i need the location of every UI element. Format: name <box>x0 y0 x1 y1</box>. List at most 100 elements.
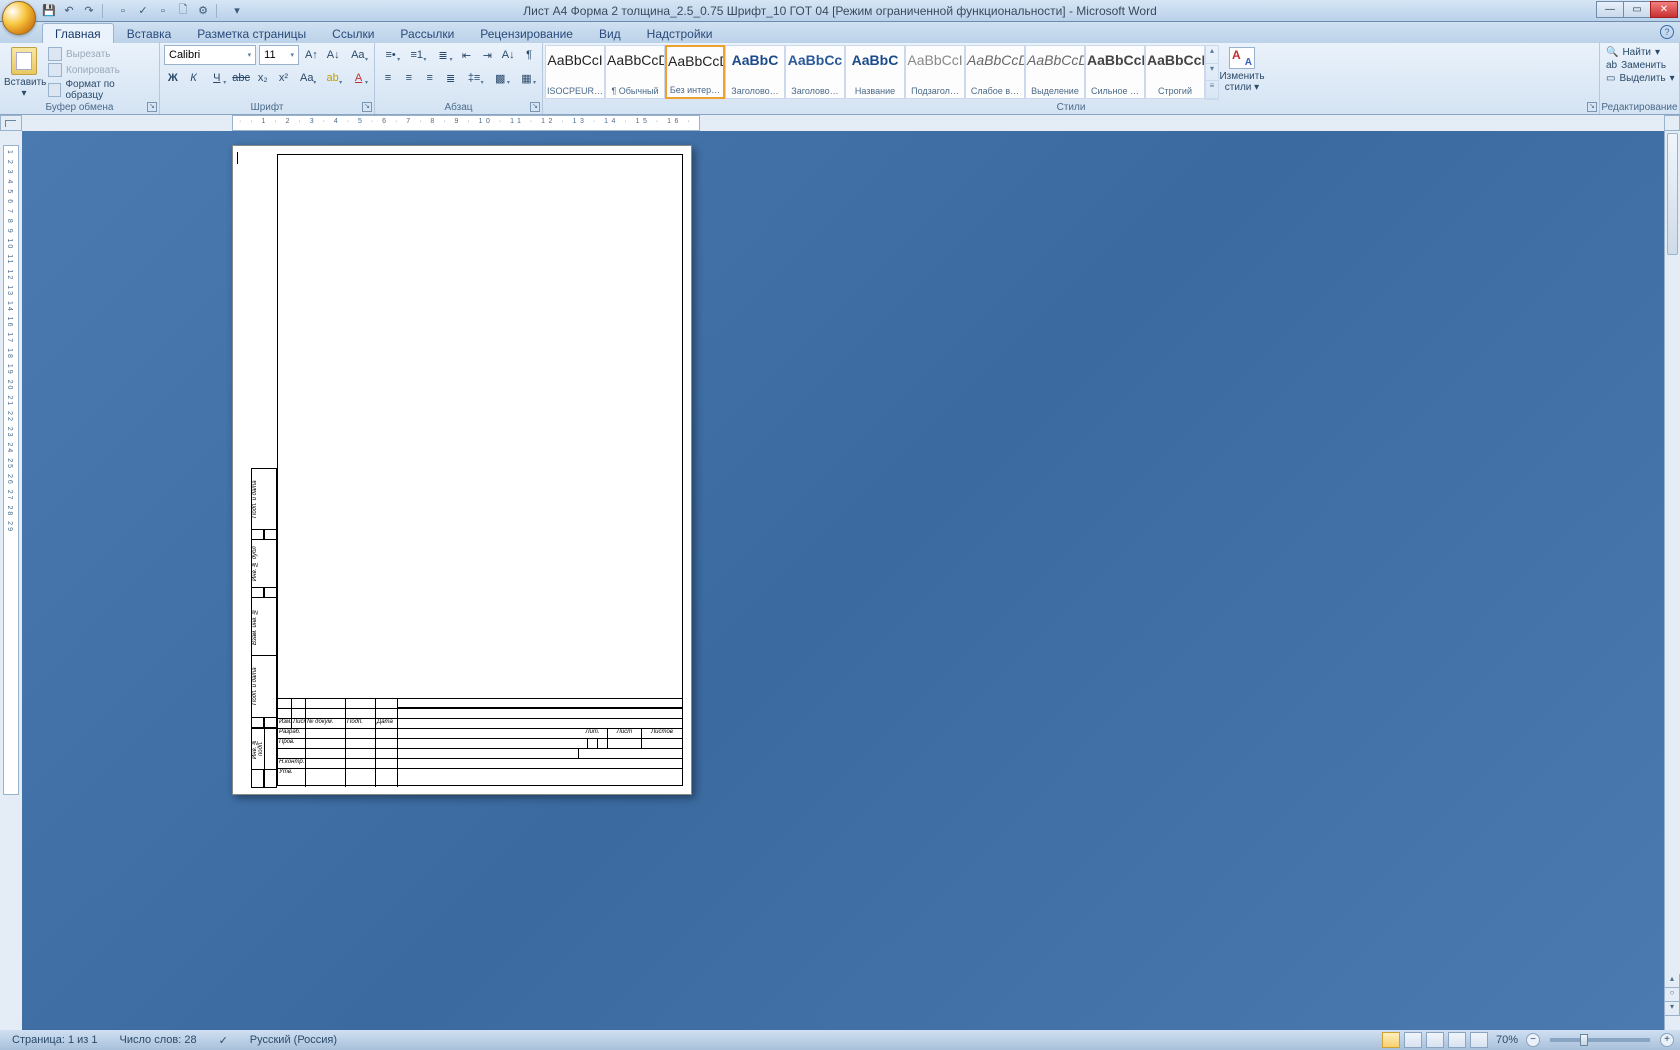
web-layout-view-icon[interactable] <box>1426 1032 1444 1048</box>
decrease-indent-icon[interactable]: ⇤ <box>458 45 476 65</box>
justify-icon[interactable]: ≣ <box>442 68 460 88</box>
qat-custom-4-icon[interactable]: ⚙ <box>194 2 212 20</box>
prev-page-icon[interactable]: ▴ <box>1664 974 1680 988</box>
zoom-in-icon[interactable]: + <box>1660 1033 1674 1047</box>
ruler-toggle-icon[interactable] <box>1664 115 1680 131</box>
vertical-scrollbar[interactable] <box>1664 131 1680 1030</box>
tab-mailings[interactable]: Рассылки <box>387 23 467 44</box>
numbering-icon[interactable]: ≡1 <box>405 45 428 65</box>
qat-dropdown-icon[interactable]: ▾ <box>228 2 246 20</box>
align-right-icon[interactable]: ≡ <box>421 68 439 88</box>
style-item[interactable]: AaBbCcDcСтрогий <box>1145 45 1205 99</box>
copy-button[interactable]: Копировать <box>48 63 151 77</box>
underline-icon[interactable]: Ч <box>205 68 228 88</box>
shading-icon[interactable]: ▩ <box>489 68 512 88</box>
grow-font-icon[interactable]: A↑ <box>302 45 321 65</box>
style-item[interactable]: AaBbCcDcСильное … <box>1085 45 1145 99</box>
multilevel-icon[interactable]: ≣ <box>431 45 454 65</box>
paragraph-launcher[interactable]: ↘ <box>530 102 540 112</box>
status-proofing-icon[interactable]: ✓ <box>215 1034 232 1047</box>
group-font-label: Шрифт <box>160 102 374 113</box>
style-item[interactable]: AaBbCcЗаголово… <box>785 45 845 99</box>
outline-view-icon[interactable] <box>1448 1032 1466 1048</box>
find-button[interactable]: 🔍Найти ▾ <box>1606 47 1673 58</box>
cut-button[interactable]: Вырезать <box>48 47 151 61</box>
superscript-icon[interactable]: x² <box>275 68 293 88</box>
font-size-combo[interactable]: 11▾ <box>259 45 299 65</box>
zoom-level[interactable]: 70% <box>1492 1034 1522 1046</box>
browse-object-icon[interactable]: ○ <box>1664 988 1680 1002</box>
tab-addins[interactable]: Надстройки <box>634 23 726 44</box>
replace-button[interactable]: abЗаменить <box>1606 60 1673 71</box>
minimize-button[interactable]: — <box>1596 1 1624 18</box>
font-color-icon[interactable]: A <box>347 68 370 88</box>
page[interactable]: Подп. и дата Инв. № дубл Взам. инв. № По… <box>232 145 692 795</box>
bold-icon[interactable]: Ж <box>164 68 182 88</box>
office-button[interactable] <box>2 1 36 35</box>
style-gallery-scroll[interactable]: ▴▾≡ <box>1205 45 1219 100</box>
align-left-icon[interactable]: ≡ <box>379 68 397 88</box>
save-icon[interactable]: 💾 <box>40 2 58 20</box>
select-icon: ▭ <box>1606 73 1615 84</box>
redo-icon[interactable]: ↷ <box>80 2 98 20</box>
tab-layout[interactable]: Разметка страницы <box>184 23 319 44</box>
clear-formatting-icon[interactable]: Aa <box>346 45 370 65</box>
new-doc-icon[interactable]: 🗋 <box>174 2 192 20</box>
zoom-out-icon[interactable]: − <box>1526 1033 1540 1047</box>
paste-button[interactable]: Вставить ▾ <box>4 45 44 100</box>
format-painter-button[interactable]: Формат по образцу <box>48 79 151 101</box>
shrink-font-icon[interactable]: A↓ <box>324 45 343 65</box>
strikethrough-icon[interactable]: abc <box>231 68 251 88</box>
status-language[interactable]: Русский (Россия) <box>246 1034 341 1047</box>
tab-references[interactable]: Ссылки <box>319 23 387 44</box>
style-item[interactable]: AaBbCcDcСлабое в… <box>965 45 1025 99</box>
font-launcher[interactable]: ↘ <box>362 102 372 112</box>
tab-home[interactable]: Главная <box>42 23 114 44</box>
change-case-icon[interactable]: Aa <box>295 68 318 88</box>
zoom-slider[interactable] <box>1550 1038 1650 1042</box>
full-screen-view-icon[interactable] <box>1404 1032 1422 1048</box>
italic-icon[interactable]: К <box>185 68 203 88</box>
style-item[interactable]: AaBbCНазвание <box>845 45 905 99</box>
borders-icon[interactable]: ▦ <box>515 68 538 88</box>
highlight-icon[interactable]: ab <box>321 68 344 88</box>
help-icon[interactable]: ? <box>1660 25 1674 39</box>
ruler-horizontal[interactable] <box>22 115 1664 131</box>
font-name-combo[interactable]: Calibri▾ <box>164 45 256 65</box>
select-button[interactable]: ▭Выделить ▾ <box>1606 73 1673 84</box>
print-layout-view-icon[interactable] <box>1382 1032 1400 1048</box>
qat-custom-1-icon[interactable]: ▫ <box>114 2 132 20</box>
undo-icon[interactable]: ↶ <box>60 2 78 20</box>
style-item[interactable]: AaBbCcIISOCPEUR… <box>545 45 605 99</box>
tab-review[interactable]: Рецензирование <box>467 23 586 44</box>
bullets-icon[interactable]: ≡• <box>379 45 402 65</box>
style-item[interactable]: AaBbCcDcВыделение <box>1025 45 1085 99</box>
style-item[interactable]: AaBbCcDc¶ Обычный <box>605 45 665 99</box>
qat-custom-3-icon[interactable]: ▫ <box>154 2 172 20</box>
side-label: Взам. инв. № <box>251 598 277 656</box>
tab-view[interactable]: Вид <box>586 23 634 44</box>
clipboard-launcher[interactable]: ↘ <box>147 102 157 112</box>
subscript-icon[interactable]: x₂ <box>254 68 272 88</box>
maximize-button[interactable]: ▭ <box>1623 1 1651 18</box>
close-button[interactable]: ✕ <box>1650 1 1678 18</box>
side-subcell <box>251 530 264 540</box>
style-item[interactable]: AaBbCЗаголово… <box>725 45 785 99</box>
ruler-vertical[interactable] <box>0 131 22 1030</box>
line-spacing-icon[interactable]: ‡≡ <box>463 68 486 88</box>
tab-selector[interactable] <box>0 115 22 131</box>
status-words[interactable]: Число слов: 28 <box>116 1034 201 1047</box>
status-page[interactable]: Страница: 1 из 1 <box>8 1034 102 1047</box>
next-page-icon[interactable]: ▾ <box>1664 1002 1680 1016</box>
style-item[interactable]: AaBbCcIПодзагол… <box>905 45 965 99</box>
style-item[interactable]: AaBbCcDcБез интер… <box>665 45 725 99</box>
change-styles-button[interactable]: Изменить стили ▾ <box>1219 45 1265 100</box>
tab-insert[interactable]: Вставка <box>114 23 185 44</box>
draft-view-icon[interactable] <box>1470 1032 1488 1048</box>
align-center-icon[interactable]: ≡ <box>400 68 418 88</box>
increase-indent-icon[interactable]: ⇥ <box>478 45 496 65</box>
styles-launcher[interactable]: ↘ <box>1587 102 1597 112</box>
sort-icon[interactable]: A↓ <box>499 45 517 65</box>
show-marks-icon[interactable]: ¶ <box>520 45 538 65</box>
qat-custom-2-icon[interactable]: ✓ <box>134 2 152 20</box>
